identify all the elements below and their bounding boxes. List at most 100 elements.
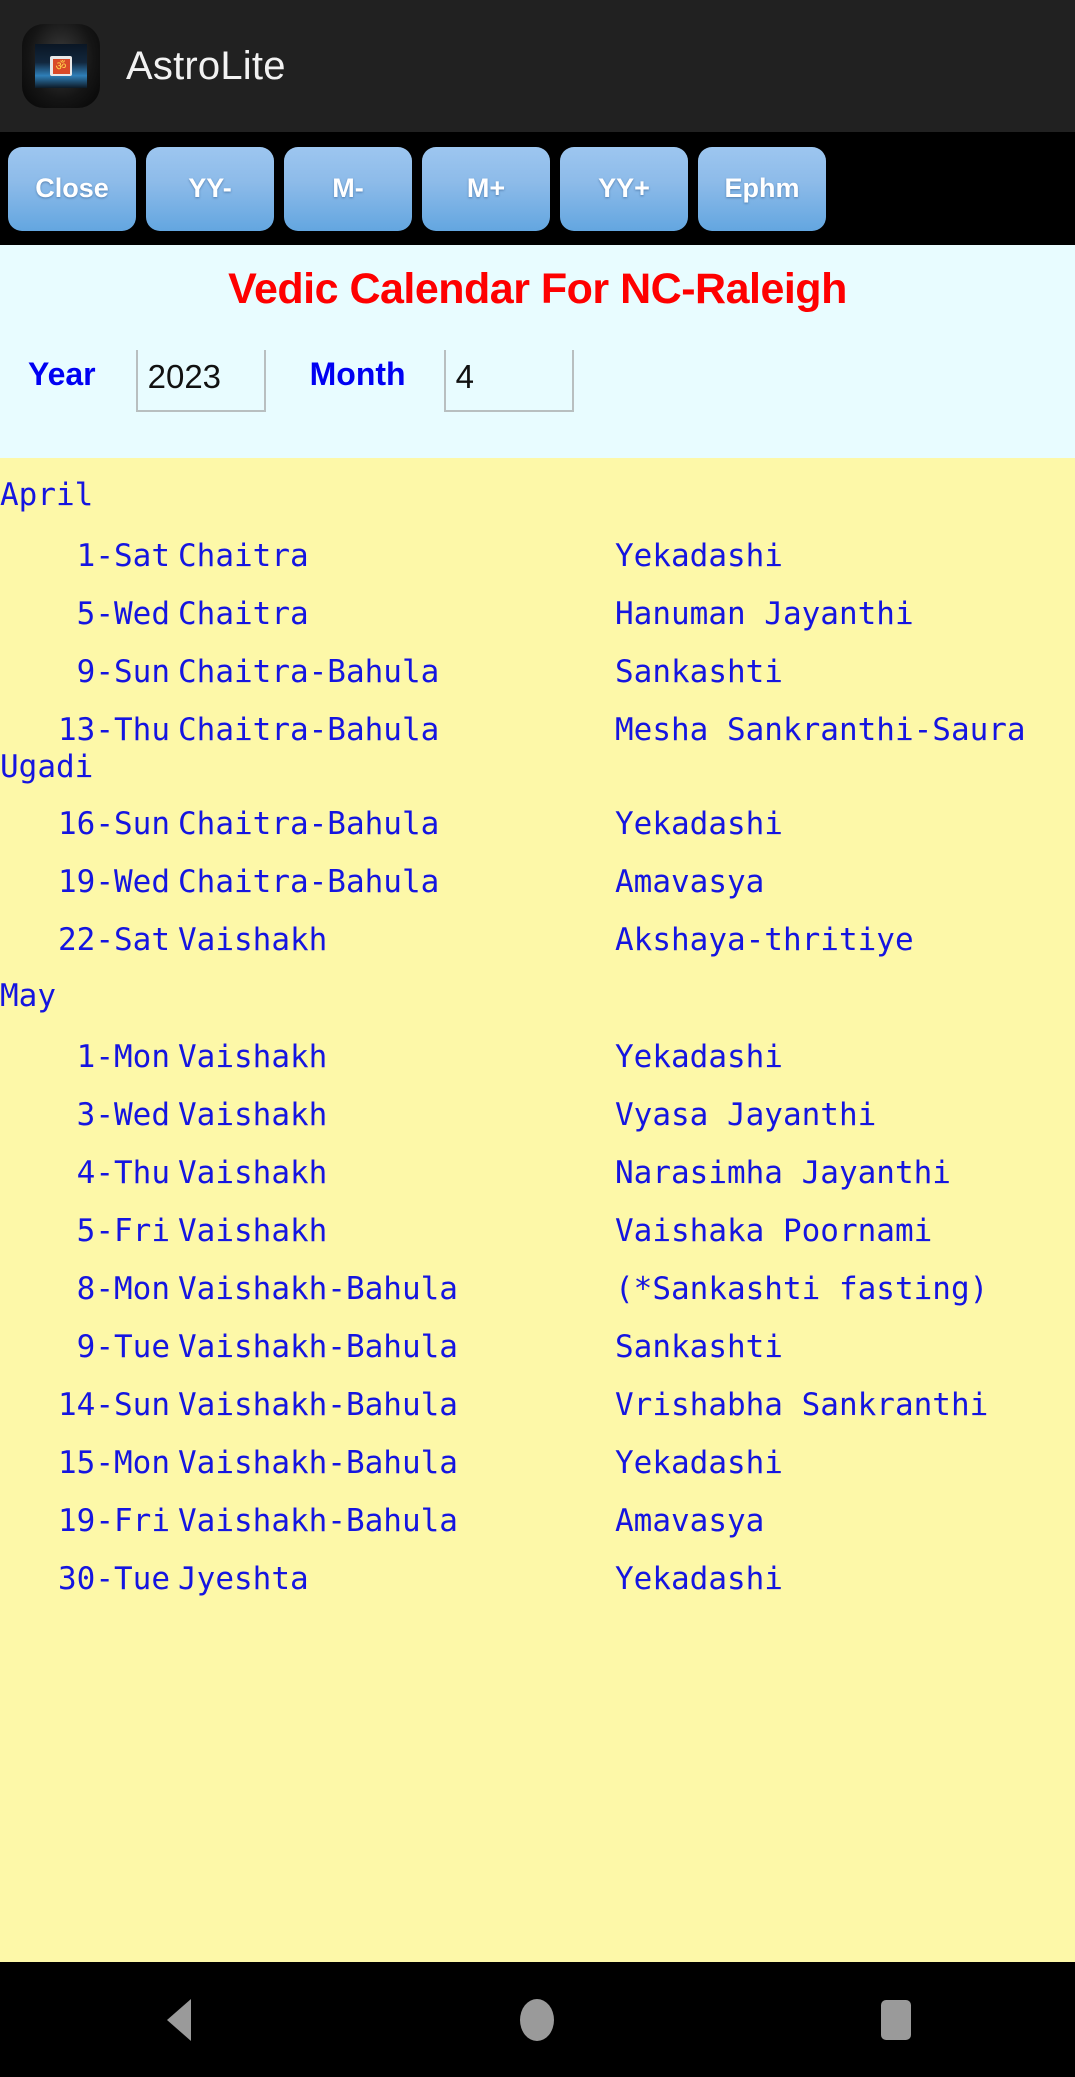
table-row[interactable]: 30-Tue Jyeshta Yekadashi [0,1540,1075,1598]
row-event: (*Sankashti fasting) [615,1271,989,1307]
month-increment-button[interactable]: M+ [422,146,550,231]
month-decrement-button[interactable]: M- [284,146,412,231]
nav-back-button[interactable] [104,1970,254,2070]
row-date: 9-Tue [76,1329,170,1365]
row-event: Sankashti [615,654,783,690]
row-date: 16-Sun [58,806,170,842]
table-row[interactable]: 4-Thu Vaishakh Narasimha Jayanthi [0,1134,1075,1192]
row-date: 19-Fri [58,1503,170,1539]
table-row[interactable]: 13-Thu Chaitra-Bahula Mesha Sankranthi-S… [0,691,1075,749]
row-masa: Vaishakh [178,1097,328,1133]
row-date: 9-Sun [76,654,170,690]
row-masa: Jyeshta [178,1561,309,1597]
app-icon-inner: ॐ [35,44,87,88]
nav-home-button[interactable] [462,1970,612,2070]
row-event: Narasimha Jayanthi [615,1155,951,1191]
row-masa: Vaishakh-Bahula [178,1445,458,1481]
row-event: Yekadashi [615,1445,783,1481]
row-event: Hanuman Jayanthi [615,596,914,632]
month-heading-april: April [0,477,94,513]
row-event: Yekadashi [615,806,783,842]
row-date: 1-Sat [76,538,170,574]
row-masa: Chaitra [178,596,309,632]
table-row[interactable]: 19-Wed Chaitra-Bahula Amavasya [0,843,1075,901]
table-row[interactable]: 9-Tue Vaishakh-Bahula Sankashti [0,1308,1075,1366]
row-date: 5-Wed [76,596,170,632]
table-row[interactable]: 22-Sat Vaishakh Akshaya-thritiye [0,901,1075,959]
system-navigation-bar [0,1962,1075,2077]
header-panel: Vedic Calendar For NC-Raleigh Year Month [0,245,1075,458]
page-title: Vedic Calendar For NC-Raleigh [228,265,847,313]
row-event: Amavasya [615,1503,765,1539]
calendar-list[interactable]: April 1-Sat Chaitra Yekadashi 5-Wed Chai… [0,458,1075,1962]
year-input[interactable] [135,350,266,412]
row-date: 13-Thu [58,712,170,748]
row-masa: Chaitra [178,538,309,574]
month-heading-may: May [0,978,56,1014]
row-masa: Chaitra-Bahula [178,712,440,748]
row-date: 30-Tue [58,1561,170,1597]
row-masa: Vaishakh-Bahula [178,1271,458,1307]
row-event: Sankashti [615,1329,783,1365]
month-input[interactable] [443,350,574,412]
table-row[interactable]: 1-Sat Chaitra Yekadashi [0,517,1075,575]
table-row[interactable]: 1-Mon Vaishakh Yekadashi [0,1018,1075,1076]
table-row[interactable]: 8-Mon Vaishakh-Bahula (*Sankashti fastin… [0,1250,1075,1308]
row-date: 5-Fri [76,1213,170,1249]
row-event: Yekadashi [615,1039,783,1075]
row-event: Vyasa Jayanthi [615,1097,877,1133]
toolbar: Close YY- M- M+ YY+ Ephm [0,132,1075,245]
table-row[interactable]: 5-Fri Vaishakh Vaishaka Poornami [0,1192,1075,1250]
row-masa: Vaishakh [178,1039,328,1075]
app-screen: ॐ AstroLite Close YY- M- M+ YY+ Ephm Ved… [0,0,1075,2077]
back-triangle-icon [167,1998,192,2041]
home-circle-icon [520,1998,555,2041]
table-row[interactable]: 19-Fri Vaishakh-Bahula Amavasya [0,1482,1075,1540]
table-row[interactable]: 16-Sun Chaitra-Bahula Yekadashi [0,785,1075,843]
row-masa: Chaitra-Bahula [178,864,440,900]
year-input-wrapper [135,350,266,412]
row-event: Mesha Sankranthi-Saura [615,712,1026,748]
nav-recents-button[interactable] [821,1970,971,2070]
table-row[interactable]: 14-Sun Vaishakh-Bahula Vrishabha Sankran… [0,1366,1075,1424]
recents-square-icon [880,1999,911,2040]
om-app-icon: ॐ [22,24,100,108]
row-date: 22-Sat [58,922,170,958]
table-row[interactable]: 5-Wed Chaitra Hanuman Jayanthi [0,575,1075,633]
row-event: Yekadashi [615,1561,783,1597]
month-input-wrapper [443,350,574,412]
close-button[interactable]: Close [8,146,136,231]
year-decrement-button[interactable]: YY- [146,146,274,231]
row-masa: Chaitra-Bahula [178,654,440,690]
row-masa: Vaishakh-Bahula [178,1503,458,1539]
row-masa: Vaishakh [178,1155,328,1191]
year-increment-button[interactable]: YY+ [560,146,688,231]
row-masa: Vaishakh [178,1213,328,1249]
row-masa: Vaishakh [178,922,328,958]
row-date: 15-Mon [58,1445,170,1481]
row-event: Vaishaka Poornami [615,1213,933,1249]
row-event: Amavasya [615,864,765,900]
table-row[interactable]: 15-Mon Vaishakh-Bahula Yekadashi [0,1424,1075,1482]
row-masa: Chaitra-Bahula [178,806,440,842]
app-bar: ॐ AstroLite [0,0,1075,132]
row-date: 19-Wed [58,864,170,900]
ephemeris-button[interactable]: Ephm [698,146,826,231]
year-label: Year [28,356,96,392]
month-label: Month [309,356,406,392]
row-date: 4-Thu [76,1155,170,1191]
row-event: Akshaya-thritiye [615,922,914,958]
app-title: AstroLite [126,43,286,88]
om-plate: ॐ [50,56,72,76]
om-symbol: ॐ [52,58,70,74]
row-date: 3-Wed [76,1097,170,1133]
row-event-continuation: Ugadi [0,749,94,785]
row-masa: Vaishakh-Bahula [178,1387,458,1423]
table-row[interactable]: 9-Sun Chaitra-Bahula Sankashti [0,633,1075,691]
row-date: 8-Mon [76,1271,170,1307]
row-event: Vrishabha Sankranthi [615,1387,989,1423]
table-row[interactable]: 3-Wed Vaishakh Vyasa Jayanthi [0,1076,1075,1134]
row-date: 1-Mon [76,1039,170,1075]
row-date: 14-Sun [58,1387,170,1423]
date-selector-form: Year Month [0,350,1075,412]
